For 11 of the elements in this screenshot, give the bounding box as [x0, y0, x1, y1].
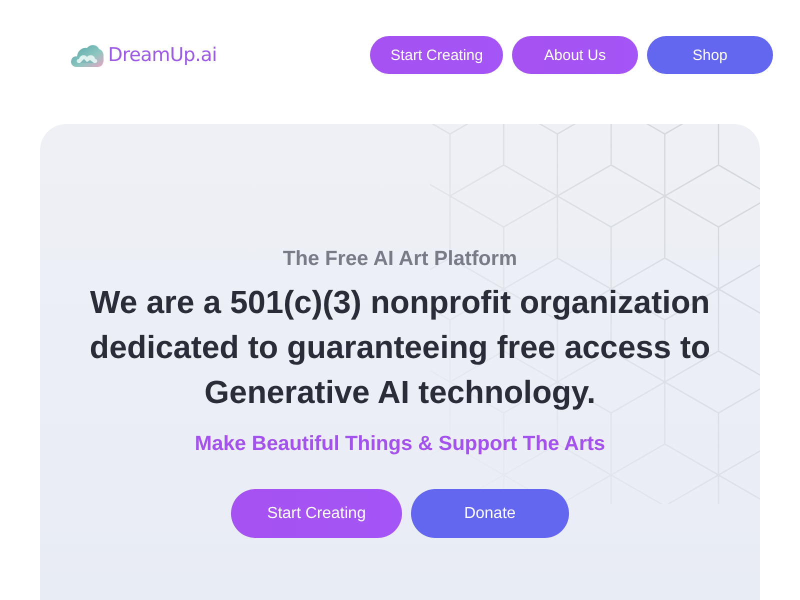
logo-link[interactable]: DreamUp.ai: [70, 42, 217, 68]
tagline: Make Beautiful Things & Support The Arts: [194, 431, 606, 457]
eyebrow-text: The Free AI Art Platform: [282, 247, 518, 271]
cloud-logo-icon: [70, 42, 104, 68]
nav-button[interactable]: Shop: [647, 36, 773, 74]
hero-button[interactable]: Start Creating: [231, 489, 402, 538]
logo-text: DreamUp.ai: [108, 44, 217, 66]
hero-button[interactable]: Donate: [410, 489, 569, 538]
nav-button[interactable]: Start Creating: [370, 36, 503, 74]
headline: We are a 501(c)(3) nonprofit organization dedicated to guaranteeing free access to Generative AI technology.: [88, 283, 712, 412]
nav-button[interactable]: About Us: [512, 36, 638, 74]
